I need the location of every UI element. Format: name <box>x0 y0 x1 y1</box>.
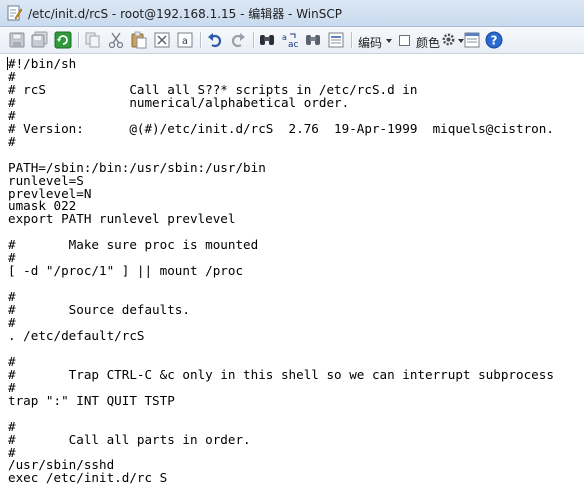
code-line: [ -d "/proc/1" ] || mount /proc <box>8 263 244 279</box>
chevron-down-icon[interactable] <box>386 39 392 43</box>
code-line: # Source defaults. <box>8 302 190 318</box>
code-line: PATH=/sbin:/bin:/usr/sbin:/usr/bin <box>8 159 266 175</box>
code-line: exec /etc/init.d/rc S <box>8 470 168 486</box>
copy-icon[interactable] <box>84 31 102 49</box>
save-icon[interactable] <box>8 31 26 49</box>
toolbar-separator <box>253 32 255 48</box>
window-title: /etc/init.d/rcS - root@192.168.1.15 - 编辑… <box>28 7 342 21</box>
undo-icon[interactable] <box>206 31 224 49</box>
code-line: # <box>8 353 16 369</box>
goto-line-icon[interactable] <box>327 31 345 49</box>
code-line: runlevel=S <box>8 172 84 188</box>
code-line: . /etc/default/rcS <box>8 327 145 343</box>
svg-text:a: a <box>282 33 287 42</box>
settings-icon[interactable] <box>463 31 481 49</box>
cut-icon[interactable] <box>107 31 125 49</box>
save-all-icon[interactable] <box>31 31 49 49</box>
code-line: # <box>8 107 16 123</box>
title-bar: /etc/init.d/rcS - root@192.168.1.15 - 编辑… <box>0 0 584 27</box>
toolbar-separator <box>200 32 202 48</box>
toolbar-separator <box>351 32 353 48</box>
editor-toolbar: a a ac 编码 颜色 ? <box>0 27 584 54</box>
code-line: # rcS Call all S??* scripts in /etc/rcS.… <box>8 81 418 97</box>
text-editor[interactable]: #!/bin/sh # # rcS Call all S??* scripts in… <box>0 55 584 488</box>
code-line: # Version: @(#)/etc/init.d/rcS 2.76 19-A… <box>8 120 554 136</box>
code-line: # <box>8 133 16 149</box>
code-line: # Make sure proc is mounted <box>8 237 259 253</box>
toolbar-separator <box>78 32 80 48</box>
reload-icon[interactable] <box>54 31 72 49</box>
editor-app-icon[interactable] <box>6 5 23 21</box>
find-icon[interactable] <box>258 31 276 49</box>
find-next-icon[interactable] <box>304 31 322 49</box>
code-line: # <box>8 68 16 84</box>
delete-icon[interactable] <box>153 31 171 49</box>
replace-icon[interactable]: a ac <box>281 31 299 49</box>
code-line: # Call all parts in order. <box>8 431 251 447</box>
paste-icon[interactable] <box>130 31 148 49</box>
code-line: # Trap CTRL-C &c only in this shell so w… <box>8 366 554 382</box>
svg-text:ac: ac <box>288 40 299 49</box>
code-line: # <box>8 379 16 395</box>
code-line: # <box>8 418 16 434</box>
svg-text:?: ? <box>491 34 498 48</box>
code-line: trap ":" INT QUIT TSTP <box>8 392 175 408</box>
code-line: # numerical/alphabetical order. <box>8 94 350 110</box>
select-all-icon[interactable]: a <box>176 31 194 49</box>
help-icon[interactable]: ? <box>485 31 503 49</box>
encoding-menu-label[interactable]: 编码 <box>358 34 382 51</box>
color-checkbox[interactable] <box>399 35 410 46</box>
redo-icon[interactable] <box>229 31 247 49</box>
code-line: export PATH runlevel prevlevel <box>8 211 236 227</box>
code-line: #!/bin/sh <box>8 56 77 71</box>
svg-text:a: a <box>182 36 188 47</box>
color-menu-label[interactable]: 颜色 <box>416 34 440 51</box>
gear-icon[interactable] <box>441 32 456 47</box>
